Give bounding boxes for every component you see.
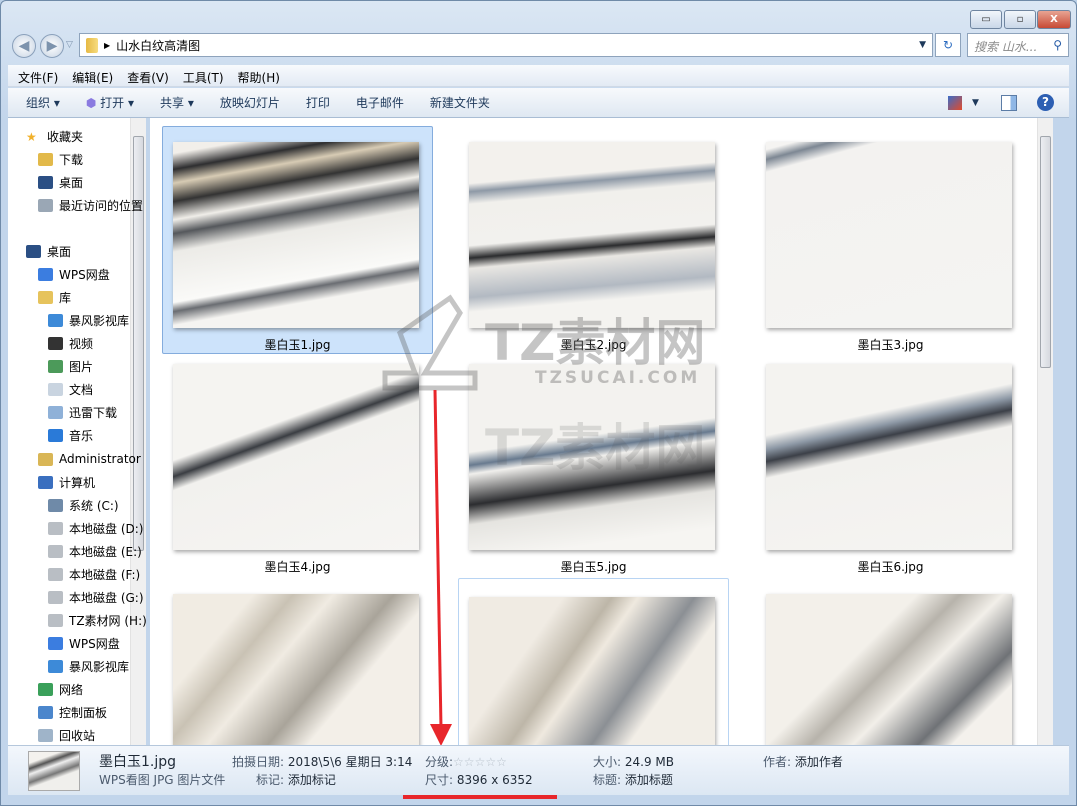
tags-label: 标记: <box>256 773 285 787</box>
size-value: 24.9 MB <box>624 755 674 769</box>
size-label: 大小: <box>593 755 622 769</box>
annotation-overlay <box>403 389 557 799</box>
details-thumbnail <box>28 751 80 791</box>
details-pane: 墨白玉1.jpg WPS看图 JPG 图片文件 拍摄日期: 2018\5\6 星… <box>8 745 1069 795</box>
dimensions-label: 尺寸: <box>425 773 454 787</box>
date-value[interactable]: 2018\5\6 星期日 3:14 <box>288 755 412 769</box>
rating-stars[interactable]: ☆☆☆☆☆ <box>453 755 507 769</box>
author-value[interactable]: 添加作者 <box>795 755 843 769</box>
author-label: 作者: <box>763 755 792 769</box>
rating-label: 分级: <box>425 755 454 769</box>
details-type: WPS看图 JPG 图片文件 <box>99 773 226 787</box>
dimensions-value: 8396 x 6352 <box>456 773 533 787</box>
tags-value[interactable]: 添加标记 <box>288 773 336 787</box>
date-label: 拍摄日期: <box>232 755 285 769</box>
title-label: 标题: <box>593 773 622 787</box>
annotation-arrow-line <box>433 389 443 729</box>
title-value[interactable]: 添加标题 <box>625 773 673 787</box>
details-filename: 墨白玉1.jpg <box>99 754 177 770</box>
annotation-arrow-head <box>430 724 452 746</box>
